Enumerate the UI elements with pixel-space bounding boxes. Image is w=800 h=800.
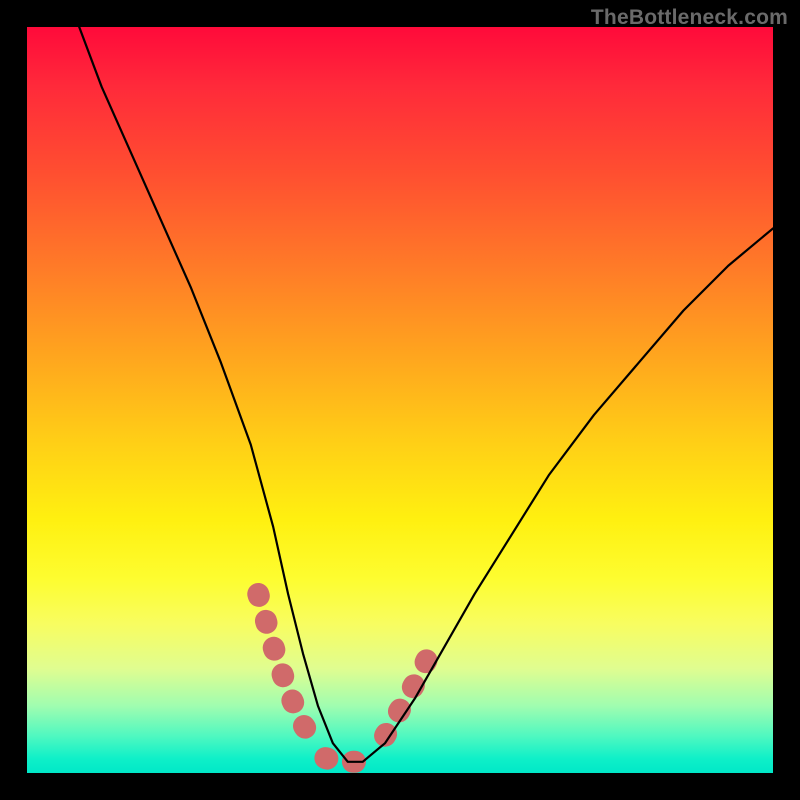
highlight-group	[258, 594, 430, 762]
watermark: TheBottleneck.com	[591, 6, 788, 30]
highlight-segment-2	[385, 654, 430, 736]
highlight-segment-0	[258, 594, 318, 747]
chart-container: TheBottleneck.com	[0, 0, 800, 800]
chart-svg	[27, 27, 773, 773]
plot-area	[27, 27, 773, 773]
